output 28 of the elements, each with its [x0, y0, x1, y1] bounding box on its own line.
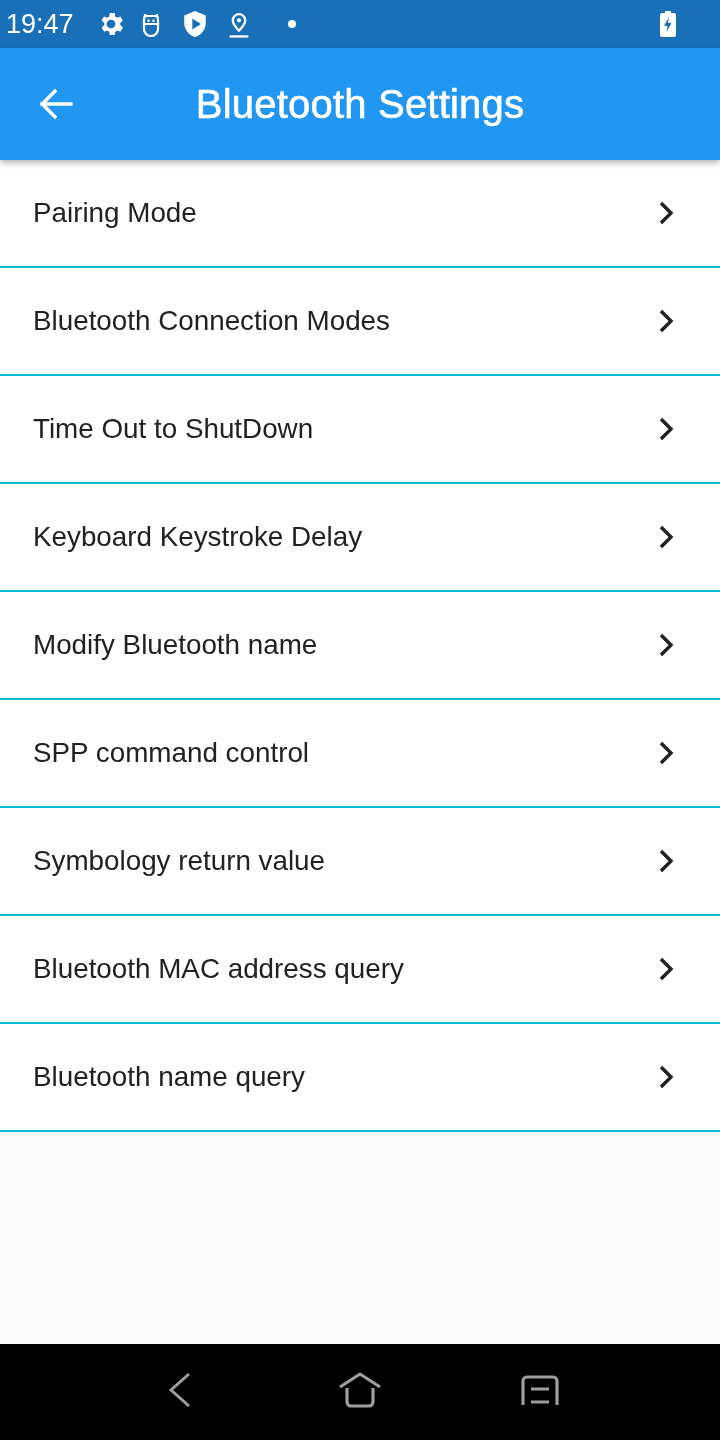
chevron-right-icon	[658, 201, 674, 225]
settings-list-item[interactable]: Bluetooth MAC address query	[0, 916, 720, 1024]
notification-dot-icon	[288, 20, 296, 28]
settings-list-item[interactable]: Bluetooth Connection Modes	[0, 268, 720, 376]
location-pin-icon	[228, 10, 250, 38]
chevron-right-icon	[658, 1065, 674, 1089]
recents-icon	[521, 1375, 559, 1405]
chevron-right-icon	[658, 741, 674, 765]
chevron-right-icon	[658, 417, 674, 441]
battery-charging-icon	[660, 11, 676, 37]
chevron-right-icon	[658, 309, 674, 333]
settings-list-item[interactable]: Pairing Mode	[0, 160, 720, 268]
shield-play-icon	[183, 10, 207, 38]
settings-list-item[interactable]: Modify Bluetooth name	[0, 592, 720, 700]
chevron-right-icon	[658, 525, 674, 549]
chevron-right-icon	[658, 849, 674, 873]
screen-title: Bluetooth Settings	[194, 81, 526, 127]
back-chevron-icon	[168, 1372, 192, 1408]
settings-list-item[interactable]: Keyboard Keystroke Delay	[0, 484, 720, 592]
chevron-right-icon	[658, 957, 674, 981]
back-button[interactable]	[38, 86, 74, 122]
status-time: 19:47	[6, 8, 75, 40]
home-icon	[338, 1372, 382, 1408]
settings-list-item[interactable]: Time Out to ShutDown	[0, 376, 720, 484]
settings-list-item[interactable]: Symbology return value	[0, 808, 720, 916]
settings-list-item[interactable]: SPP command control	[0, 700, 720, 808]
chevron-right-icon	[658, 633, 674, 657]
robot-icon	[141, 11, 161, 37]
